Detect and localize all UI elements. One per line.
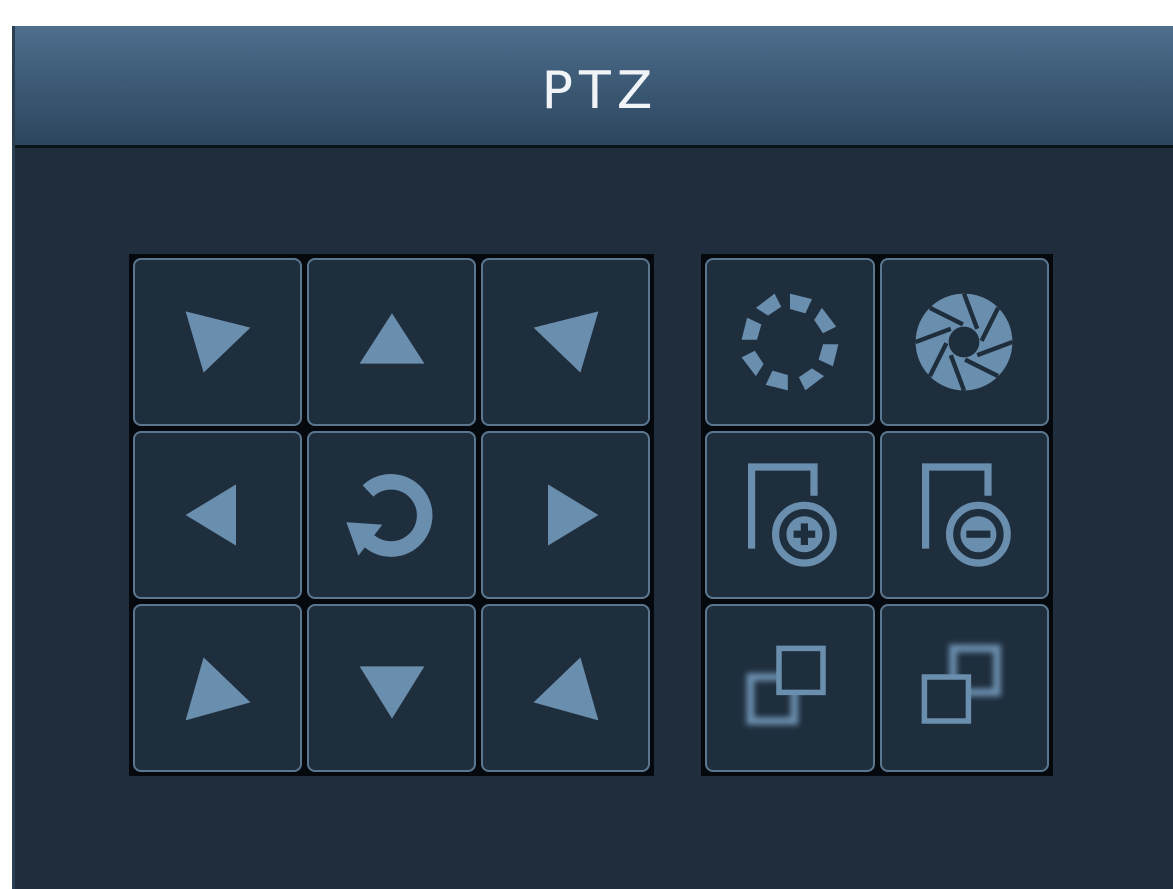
arrow-down-right-icon: [533, 657, 598, 721]
title-bar: PTZ: [15, 26, 1173, 148]
iris-close-icon: [915, 292, 1014, 392]
lens-controls: [701, 254, 1053, 776]
auto-rotate-button[interactable]: [307, 431, 476, 599]
direction-pad: [129, 254, 654, 776]
pan-up-right-button[interactable]: [481, 258, 650, 426]
pan-right-button[interactable]: [481, 431, 650, 599]
pan-up-left-button[interactable]: [133, 258, 302, 426]
focus-far-button[interactable]: [879, 604, 1049, 772]
tilt-up-button[interactable]: [307, 258, 476, 426]
arrow-left-icon: [185, 484, 236, 546]
tilt-down-button[interactable]: [307, 604, 476, 772]
ptz-panel: PTZ: [12, 26, 1173, 889]
zoom-in-button[interactable]: [705, 431, 875, 599]
pan-left-button[interactable]: [133, 431, 302, 599]
pan-down-left-button[interactable]: [133, 604, 302, 772]
arrow-right-icon: [547, 484, 598, 546]
iris-open-button[interactable]: [705, 258, 875, 426]
pan-down-right-button[interactable]: [481, 604, 650, 772]
zoom-out-button[interactable]: [879, 431, 1049, 599]
arrow-down-left-icon: [185, 657, 250, 721]
arrow-down-icon: [359, 666, 424, 719]
auto-rotate-icon: [345, 474, 432, 557]
iris-open-icon: [741, 293, 839, 391]
zoom-out-icon: [922, 463, 1012, 567]
iris-close-button[interactable]: [879, 258, 1049, 426]
focus-far-icon: [921, 644, 1002, 724]
arrow-up-right-icon: [533, 311, 598, 373]
panel-title: PTZ: [541, 60, 659, 121]
arrow-up-icon: [359, 313, 424, 364]
focus-near-button[interactable]: [705, 604, 875, 772]
arrow-up-left-icon: [185, 311, 250, 373]
focus-near-icon: [746, 645, 826, 725]
zoom-in-icon: [747, 463, 837, 567]
